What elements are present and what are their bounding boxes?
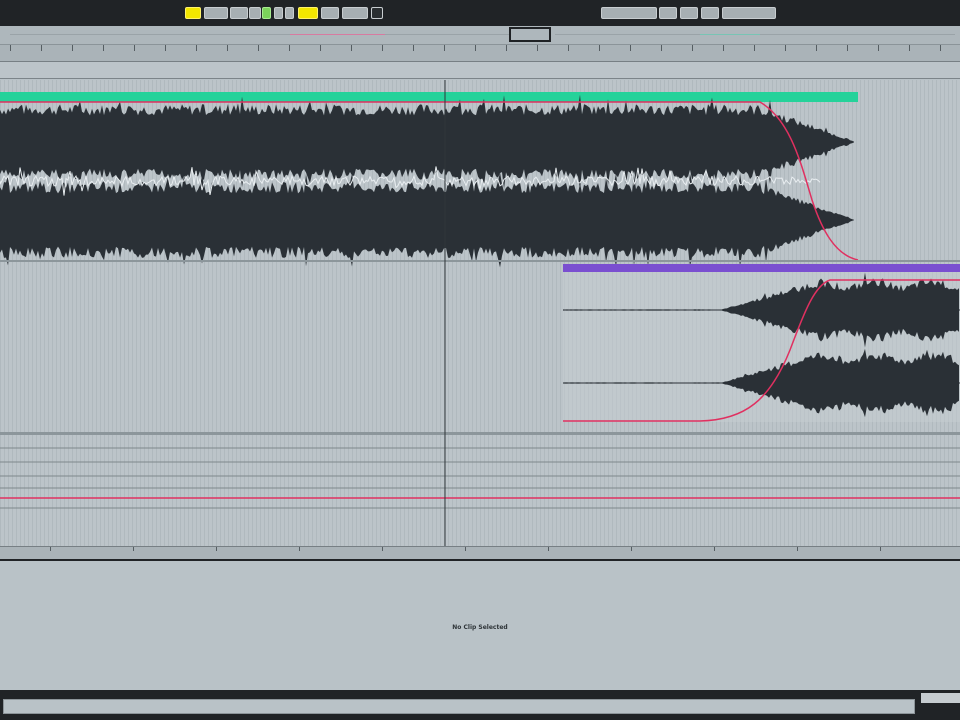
ruler-tick bbox=[785, 45, 786, 51]
ruler-tick bbox=[816, 45, 817, 51]
loop-length-field[interactable] bbox=[722, 7, 776, 19]
record-button[interactable] bbox=[285, 7, 294, 19]
ruler-tick bbox=[133, 547, 134, 551]
ruler-tick bbox=[723, 45, 724, 51]
ruler-tick bbox=[216, 547, 217, 551]
ruler-tick bbox=[878, 45, 879, 51]
ruler-tick bbox=[72, 45, 73, 51]
ruler-tick bbox=[382, 45, 383, 51]
loop-start-field[interactable] bbox=[601, 7, 657, 19]
transport-bar bbox=[0, 0, 960, 26]
ruler-tick bbox=[475, 45, 476, 51]
ruler-tick bbox=[847, 45, 848, 51]
seconds-time-ruler[interactable] bbox=[0, 546, 960, 561]
track-divider bbox=[0, 432, 960, 435]
ruler-tick bbox=[351, 45, 352, 51]
ruler-tick bbox=[413, 45, 414, 51]
beat-time-ruler[interactable] bbox=[0, 45, 960, 62]
draw-mode-icon[interactable] bbox=[371, 7, 383, 19]
punch-out-button[interactable] bbox=[701, 7, 719, 19]
play-button[interactable] bbox=[262, 7, 271, 19]
ruler-tick bbox=[10, 45, 11, 51]
automation-arm-button[interactable] bbox=[321, 7, 339, 19]
tempo-field[interactable] bbox=[204, 7, 228, 19]
clip-2-header[interactable] bbox=[563, 264, 960, 272]
ruler-tick bbox=[41, 45, 42, 51]
status-info-field bbox=[3, 699, 915, 714]
overview-view-window[interactable] bbox=[509, 27, 551, 42]
ruler-tick bbox=[506, 45, 507, 51]
ruler-tick bbox=[465, 547, 466, 551]
status-bar bbox=[0, 690, 960, 720]
ruler-tick bbox=[50, 547, 51, 551]
ruler-tick bbox=[661, 45, 662, 51]
ruler-tick bbox=[165, 45, 166, 51]
overview-track-line bbox=[10, 34, 510, 35]
overview-clip-line bbox=[700, 34, 760, 35]
arrangement-view[interactable] bbox=[0, 80, 960, 546]
overview-automation-line bbox=[290, 34, 385, 35]
ruler-tick bbox=[320, 45, 321, 51]
audio-clip-2[interactable] bbox=[563, 264, 960, 422]
ruler-tick bbox=[299, 547, 300, 551]
detail-view: No Clip Selected bbox=[0, 562, 960, 690]
loop-toggle-button[interactable] bbox=[659, 7, 677, 19]
ruler-tick bbox=[196, 45, 197, 51]
ruler-tick bbox=[692, 45, 693, 51]
quantize-field[interactable] bbox=[249, 7, 261, 19]
ruler-tick bbox=[548, 547, 549, 551]
follow-button[interactable] bbox=[185, 7, 201, 19]
ruler-tick bbox=[258, 45, 259, 51]
signature-field[interactable] bbox=[230, 7, 248, 19]
ruler-tick bbox=[289, 45, 290, 51]
scrub-area[interactable] bbox=[0, 62, 960, 79]
ruler-tick bbox=[797, 547, 798, 551]
ruler-tick bbox=[754, 45, 755, 51]
ruler-tick bbox=[599, 45, 600, 51]
ruler-tick bbox=[909, 45, 910, 51]
ruler-tick bbox=[382, 547, 383, 551]
reenable-button[interactable] bbox=[342, 7, 368, 19]
ruler-tick bbox=[103, 45, 104, 51]
ruler-tick bbox=[568, 45, 569, 51]
arrangement-canvas[interactable] bbox=[0, 80, 960, 546]
status-right-panel[interactable] bbox=[921, 693, 960, 703]
ruler-tick bbox=[134, 45, 135, 51]
ruler-tick bbox=[631, 547, 632, 551]
clip-1-waveform-left bbox=[0, 94, 854, 190]
ruler-tick bbox=[880, 547, 881, 551]
arrangement-overview[interactable] bbox=[0, 26, 960, 45]
ruler-tick bbox=[227, 45, 228, 51]
ruler-tick bbox=[537, 45, 538, 51]
stop-button[interactable] bbox=[274, 7, 283, 19]
no-clip-selected-message: No Clip Selected bbox=[452, 624, 508, 631]
clip-1-header[interactable] bbox=[0, 92, 858, 102]
ruler-tick bbox=[630, 45, 631, 51]
ruler-tick bbox=[940, 45, 941, 51]
ruler-tick bbox=[714, 547, 715, 551]
overdub-button[interactable] bbox=[298, 7, 318, 19]
ruler-tick bbox=[444, 45, 445, 51]
punch-in-button[interactable] bbox=[680, 7, 698, 19]
